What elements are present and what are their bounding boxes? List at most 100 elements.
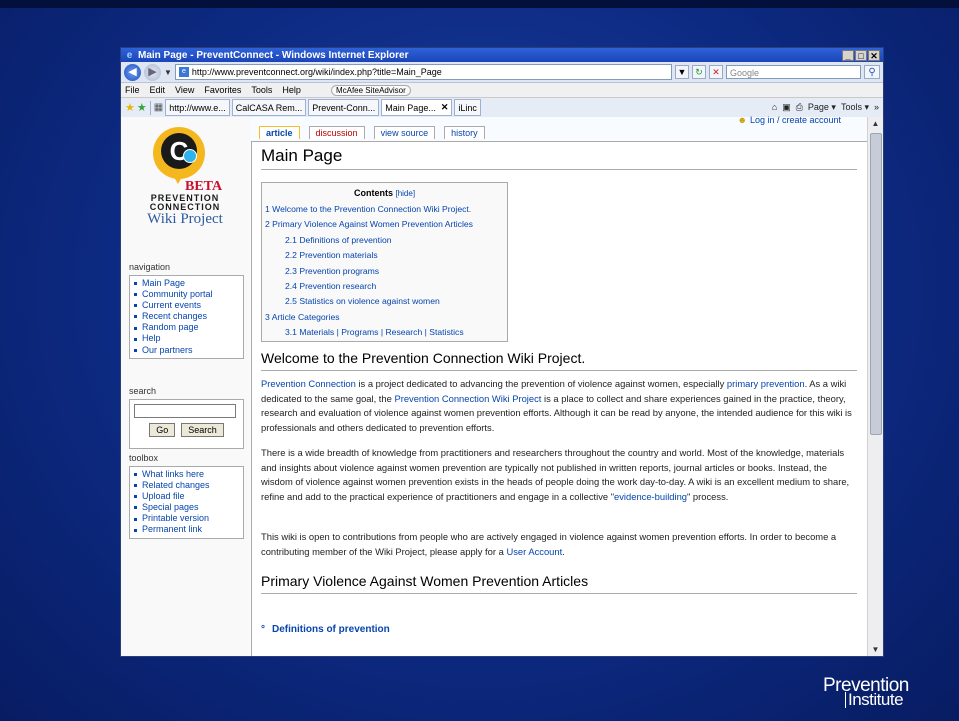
tool-related-changes[interactable]: Related changes (134, 480, 239, 491)
tab-label: iLinc (458, 102, 477, 113)
page-title: Main Page (261, 146, 343, 165)
browser-tab[interactable]: CalCASA Rem... (231, 99, 307, 116)
close-button[interactable]: ✕ (868, 49, 880, 61)
scroll-thumb[interactable] (870, 133, 882, 435)
browser-tab-active[interactable]: Main Page... ✕ (381, 99, 453, 116)
minimize-button[interactable]: _ (842, 49, 854, 61)
toc-item[interactable]: 2.2 Prevention materials (265, 248, 507, 263)
menu-view[interactable]: View (175, 85, 194, 95)
search-submit-button[interactable]: Search (181, 423, 224, 437)
refresh-button[interactable]: ↻ (692, 65, 706, 79)
page-menu[interactable]: Page ▾ (808, 102, 836, 113)
toc-hide-link[interactable]: [hide] (395, 189, 415, 198)
link-evidence-building[interactable]: evidence-building (614, 491, 687, 502)
toc-item[interactable]: 1 Welcome to the Prevention Connection W… (265, 202, 507, 217)
menu-tools[interactable]: Tools (251, 85, 272, 95)
menu-favorites[interactable]: Favorites (204, 85, 241, 95)
search-heading: search (129, 386, 157, 396)
favorites-star-icon[interactable]: ★ (125, 101, 135, 114)
paragraph-knowledge: There is a wide breadth of knowledge fro… (261, 446, 861, 504)
brand-line-2: Institute (845, 691, 904, 708)
menu-edit[interactable]: Edit (150, 85, 166, 95)
search-input[interactable]: Google (726, 65, 861, 79)
command-bar: ⌂ ▣ ⎙ Page ▾ Tools ▾ » (772, 102, 883, 113)
link-primary-prevention[interactable]: primary prevention (727, 378, 805, 389)
go-button[interactable]: Go (149, 423, 176, 437)
paragraph-contribute: This wiki is open to contributions from … (261, 530, 861, 559)
browser-tab[interactable]: Prevent-Conn... (308, 99, 380, 116)
browser-window: e Main Page - PreventConnect - Windows I… (120, 47, 884, 657)
tab-article[interactable]: article (259, 126, 300, 139)
menu-help[interactable]: Help (282, 85, 301, 95)
history-dropdown-icon[interactable]: ▼ (164, 68, 172, 77)
window-controls: _ □ ✕ (842, 49, 880, 61)
tab-view-source[interactable]: view source (373, 126, 436, 139)
wiki-logo[interactable]: C BETA PREVENTION CONNECTION Wiki Projec… (125, 127, 245, 237)
browser-tab[interactable]: http://www.e... (165, 99, 230, 116)
add-favorite-icon[interactable]: ★ (137, 101, 147, 114)
page-icon: e (178, 67, 189, 77)
maximize-button[interactable]: □ (855, 49, 867, 61)
definitions-of-prevention-link[interactable]: ° Definitions of prevention (261, 624, 390, 635)
logo-dot (183, 149, 197, 163)
login-link[interactable]: ☻ Log in / create account (737, 115, 841, 125)
wiki-main: ☻ Log in / create account article discuss… (250, 115, 873, 656)
tool-permanent-link[interactable]: Permanent link (134, 524, 239, 535)
tool-upload-file[interactable]: Upload file (134, 491, 239, 502)
nav-community-portal[interactable]: Community portal (134, 289, 239, 300)
toc-item[interactable]: 2.3 Prevention programs (265, 264, 507, 279)
toc-item[interactable]: 2.5 Statistics on violence against women (265, 294, 507, 309)
nav-random-page[interactable]: Random page (134, 322, 239, 333)
toc-item[interactable]: 3 Article Categories (265, 310, 507, 325)
toc-item[interactable]: 3.1 Materials | Programs | Research | St… (265, 325, 507, 340)
home-icon[interactable]: ⌂ (772, 102, 777, 113)
stop-button[interactable]: ✕ (709, 65, 723, 79)
nav-our-partners[interactable]: Our partners (134, 345, 239, 356)
scroll-down-icon[interactable]: ▼ (868, 643, 883, 656)
navigation-heading: navigation (129, 262, 171, 272)
link-user-account[interactable]: User Account (506, 546, 562, 557)
address-bar[interactable]: e http://www.preventconnect.org/wiki/ind… (174, 64, 672, 80)
tab-discussion[interactable]: discussion (308, 126, 365, 139)
search-button[interactable]: ⚲ (864, 65, 880, 79)
nav-main-page[interactable]: Main Page (134, 278, 239, 289)
window-title: Main Page - PreventConnect - Windows Int… (138, 49, 409, 61)
toc-title: Contents (353, 188, 393, 198)
page-tabs: article discussion view source history (259, 126, 485, 139)
feeds-icon[interactable]: ▣ (782, 102, 791, 113)
toc-item[interactable]: 2.1 Definitions of prevention (265, 233, 507, 248)
tools-menu[interactable]: Tools ▾ (841, 102, 869, 113)
forward-button[interactable]: ▶ (144, 63, 161, 81)
toolbox-box: What links here Related changes Upload f… (129, 466, 244, 539)
toc-item[interactable]: 2.4 Prevention research (265, 279, 507, 294)
scroll-up-icon[interactable]: ▲ (868, 117, 883, 130)
toolbox-heading: toolbox (129, 453, 159, 463)
more-chevron-icon[interactable]: » (874, 102, 879, 113)
nav-help[interactable]: Help (134, 333, 239, 344)
nav-current-events[interactable]: Current events (134, 300, 239, 311)
tool-special-pages[interactable]: Special pages (134, 502, 239, 513)
mcafee-siteadvisor-button[interactable]: McAfee SiteAdvisor (330, 84, 411, 96)
text: . (562, 545, 565, 557)
prevention-institute-logo: Prevention Institute (823, 675, 909, 708)
ie-icon: e (126, 49, 133, 61)
address-dropdown-button[interactable]: ▼ (675, 65, 689, 79)
wiki-search-input[interactable] (134, 404, 236, 418)
search-box: Go Search (129, 399, 244, 449)
nav-recent-changes[interactable]: Recent changes (134, 311, 239, 322)
vertical-scrollbar[interactable]: ▲ ▼ (867, 117, 883, 656)
tab-history[interactable]: history (444, 126, 485, 139)
menu-file[interactable]: File (125, 85, 140, 95)
login-text: Log in / create account (749, 115, 841, 125)
link-wiki-project[interactable]: Prevention Connection Wiki Project (394, 393, 541, 404)
print-icon[interactable]: ⎙ (796, 102, 803, 113)
tool-printable-version[interactable]: Printable version (134, 513, 239, 524)
section-heading-welcome: Welcome to the Prevention Connection Wik… (261, 350, 586, 366)
browser-tab[interactable]: iLinc (454, 99, 481, 116)
tool-what-links-here[interactable]: What links here (134, 469, 239, 480)
toc-item[interactable]: 2 Primary Violence Against Women Prevent… (265, 217, 507, 232)
back-button[interactable]: ◀ (124, 63, 141, 81)
close-tab-icon[interactable]: ✕ (441, 102, 449, 113)
quick-tabs-icon[interactable]: ▦ (154, 102, 163, 113)
link-prevention-connection[interactable]: Prevention Connection (261, 378, 356, 389)
